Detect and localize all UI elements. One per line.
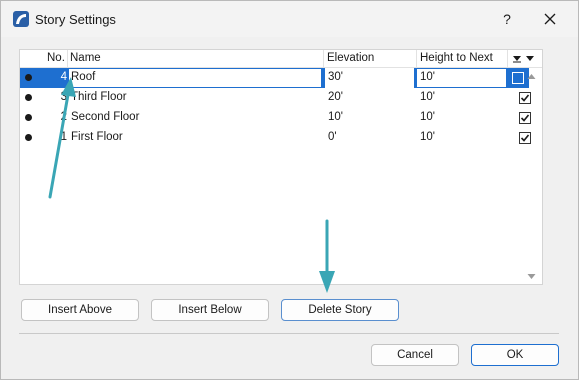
table-row[interactable]: 4 Roof 30' 10'	[20, 68, 529, 88]
table-row[interactable]: 3 Third Floor 20' 10'	[20, 88, 531, 108]
show-in-section-checkbox[interactable]	[512, 72, 524, 84]
scroll-down-icon[interactable]	[527, 273, 536, 280]
story-height[interactable]: 10'	[420, 111, 435, 123]
annotation-arrow-icon	[48, 77, 76, 199]
story-elevation[interactable]: 10'	[328, 111, 343, 123]
insert-below-button[interactable]: Insert Below	[151, 299, 269, 321]
story-bullet-icon	[25, 134, 32, 141]
column-options-icon[interactable]	[512, 55, 538, 63]
cancel-button[interactable]: Cancel	[371, 344, 459, 366]
column-header-elevation[interactable]: Elevation	[327, 52, 374, 68]
story-name-field[interactable]	[68, 68, 322, 88]
column-header-no[interactable]: No.	[47, 52, 65, 68]
checkmark-icon	[520, 134, 530, 142]
show-in-section-checkbox[interactable]	[519, 132, 531, 144]
table-header: No. Name Elevation Height to Next	[20, 50, 542, 68]
story-elevation[interactable]: 30'	[328, 71, 343, 83]
divider	[19, 333, 559, 334]
story-bullet-icon	[25, 94, 32, 101]
help-button[interactable]: ?	[495, 7, 519, 31]
story-height[interactable]: 10'	[420, 131, 435, 143]
ok-button[interactable]: OK	[471, 344, 559, 366]
checkmark-icon	[520, 114, 530, 122]
close-icon	[544, 13, 556, 25]
insert-above-button[interactable]: Insert Above	[21, 299, 139, 321]
title-bar: Story Settings ?	[1, 1, 578, 37]
dialog-title: Story Settings	[35, 12, 116, 27]
annotation-arrow-icon	[319, 219, 335, 293]
show-in-section-checkbox[interactable]	[519, 92, 531, 104]
story-elevation[interactable]: 20'	[328, 91, 343, 103]
scroll-up-icon[interactable]	[527, 73, 536, 80]
story-settings-dialog: Story Settings ? No. Name Elevation Heig…	[0, 0, 579, 380]
column-header-height[interactable]: Height to Next	[420, 52, 493, 68]
story-table: No. Name Elevation Height to Next 4 Roof…	[19, 49, 543, 285]
show-in-section-checkbox[interactable]	[519, 112, 531, 124]
column-header-name[interactable]: Name	[70, 52, 101, 68]
story-elevation[interactable]: 0'	[328, 131, 337, 143]
story-height[interactable]: 10'	[420, 71, 435, 83]
delete-story-button[interactable]: Delete Story	[281, 299, 399, 321]
archicad-icon	[13, 11, 29, 27]
close-button[interactable]	[537, 7, 563, 31]
table-row[interactable]: 1 First Floor 0' 10'	[20, 128, 531, 148]
story-bullet-icon	[25, 74, 32, 81]
story-height[interactable]: 10'	[420, 91, 435, 103]
table-row[interactable]: 2 Second Floor 10' 10'	[20, 108, 531, 128]
story-name[interactable]: Second Floor	[71, 111, 139, 123]
story-bullet-icon	[25, 114, 32, 121]
checkmark-icon	[520, 94, 530, 102]
